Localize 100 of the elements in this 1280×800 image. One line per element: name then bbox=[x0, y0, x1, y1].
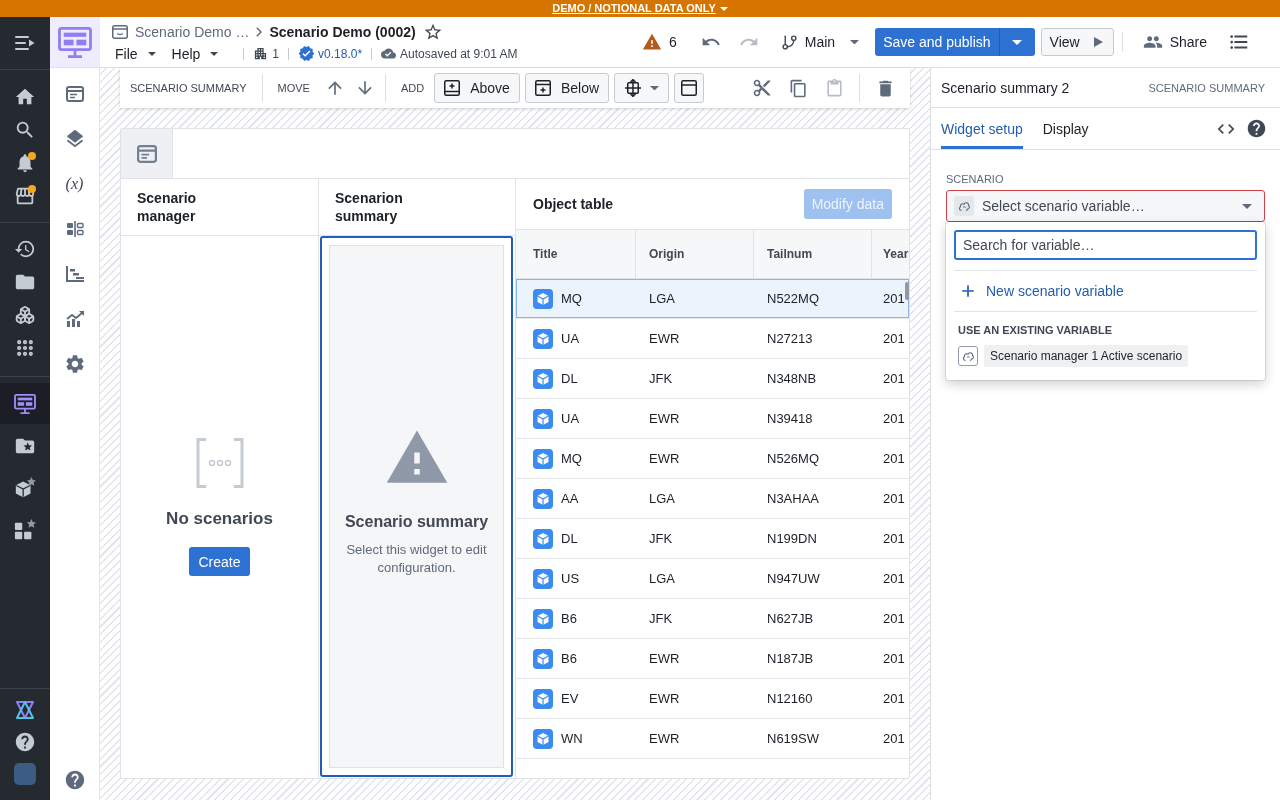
panel-button[interactable] bbox=[674, 73, 705, 103]
table-cell-text: EWR bbox=[648, 690, 681, 708]
table-cell-text: LGA bbox=[648, 490, 676, 508]
help-icon bbox=[14, 730, 36, 753]
widget-type-label: SCENARIO SUMMARY bbox=[1148, 81, 1265, 94]
boxes-icon bbox=[15, 305, 35, 325]
breadcrumb-link[interactable]: Scenario Demo … bbox=[135, 23, 250, 40]
object-title: WN bbox=[561, 731, 583, 746]
branch-button[interactable]: Main bbox=[774, 28, 866, 56]
object-title: UA bbox=[561, 411, 580, 426]
copy-icon bbox=[788, 78, 808, 98]
new-variable-option[interactable]: New scenario variable bbox=[954, 281, 1128, 301]
cube-star-icon bbox=[14, 476, 36, 499]
avatar-icon bbox=[14, 762, 36, 785]
column-header[interactable]: Title bbox=[516, 230, 636, 278]
version-link[interactable]: v0.18.0* bbox=[298, 45, 363, 62]
table-cell-text: 201 bbox=[882, 690, 906, 708]
column-header[interactable]: Tailnum bbox=[754, 230, 872, 278]
chevron-right-icon bbox=[256, 26, 263, 37]
chart-icon bbox=[65, 310, 84, 327]
cube-icon bbox=[533, 288, 553, 309]
object-title: B6 bbox=[561, 611, 577, 626]
table-cell-text: EWR bbox=[648, 450, 681, 468]
warning-icon bbox=[641, 32, 662, 52]
menu-button[interactable]: File bbox=[115, 45, 156, 62]
object-title: MQ bbox=[561, 451, 582, 466]
help-icon[interactable] bbox=[1246, 118, 1267, 139]
section-tab[interactable] bbox=[121, 129, 173, 178]
column-header[interactable]: Origin bbox=[636, 230, 754, 278]
play-icon bbox=[1093, 37, 1103, 47]
dashboard-icon bbox=[57, 26, 92, 58]
table-cell-text: N39418 bbox=[766, 410, 814, 428]
cube-icon bbox=[533, 688, 553, 709]
menu-section-title: USE AN EXISTING VARIABLE bbox=[957, 324, 1114, 336]
table-cell-text: LGA bbox=[648, 570, 676, 588]
placeholder-heading: Scenario summary bbox=[344, 512, 489, 531]
verified-icon bbox=[298, 45, 316, 62]
variables-button[interactable]: (x) bbox=[50, 161, 99, 206]
panel-tab[interactable]: Widget setup bbox=[941, 108, 1023, 149]
scrollbar-thumb[interactable] bbox=[905, 282, 909, 300]
empty-state-title: No scenarios bbox=[166, 509, 273, 529]
publish-options-button[interactable] bbox=[998, 28, 1035, 56]
object-title: UA bbox=[561, 331, 580, 346]
search-field[interactable]: Search for variable… bbox=[954, 230, 1257, 260]
table-cell-text: 201 bbox=[882, 370, 906, 388]
panel-tab[interactable]: Display bbox=[1042, 108, 1089, 149]
caret-icon bbox=[850, 39, 860, 45]
warnings-button[interactable]: 6 bbox=[635, 28, 683, 56]
placeholder-hint: Select this widget to edit configuration. bbox=[345, 540, 488, 577]
object-title: EV bbox=[561, 691, 579, 706]
move-label: MOVE bbox=[277, 82, 310, 94]
add-widget-button[interactable]: Below bbox=[524, 73, 610, 103]
align-icon bbox=[65, 220, 84, 237]
add-widget-button[interactable]: Above bbox=[434, 73, 520, 103]
table-cell-text: N187JB bbox=[766, 650, 815, 668]
table-cell-text: 201 bbox=[882, 410, 906, 428]
dashboard-button[interactable] bbox=[0, 383, 50, 424]
object-title: US bbox=[561, 571, 580, 586]
cloud-icon bbox=[954, 196, 974, 216]
variable-option[interactable]: Scenario manager 1 Active scenario bbox=[954, 344, 1193, 368]
table-cell-text: N199DN bbox=[766, 530, 818, 548]
table-cell-text: N526MQ bbox=[766, 450, 821, 468]
add-label: ADD bbox=[400, 82, 425, 94]
panel-title: Scenario summary 2 bbox=[941, 79, 1070, 96]
table-cell-text: JFK bbox=[648, 370, 674, 388]
project-count: 1 bbox=[272, 46, 280, 61]
layout-button[interactable] bbox=[614, 73, 670, 103]
cloud-icon bbox=[958, 346, 978, 366]
insert-below-icon bbox=[534, 80, 551, 96]
table-cell-text: 201 bbox=[882, 570, 906, 588]
publish-button[interactable]: Save and publish bbox=[875, 28, 999, 56]
share-button[interactable]: Share bbox=[1136, 28, 1213, 56]
dashboard-icon bbox=[14, 393, 36, 414]
grid-star-icon bbox=[14, 518, 36, 541]
logo-icon bbox=[15, 699, 35, 720]
caret-icon bbox=[1242, 203, 1252, 209]
document-title: Scenario Demo (0002) bbox=[269, 23, 416, 40]
table-cell-text: N947UW bbox=[766, 570, 821, 588]
menu-button[interactable]: Help bbox=[171, 45, 219, 62]
create-button[interactable]: Create bbox=[189, 547, 250, 576]
table-cell-text: LGA bbox=[648, 290, 676, 308]
object-title: AA bbox=[561, 491, 579, 506]
view-button[interactable]: View bbox=[1040, 28, 1114, 56]
scissors-icon bbox=[752, 78, 772, 98]
table-cell-text: N348NB bbox=[766, 370, 818, 388]
widget-title: Scenario manager bbox=[137, 189, 198, 225]
table-cell-text: 201 bbox=[882, 650, 906, 668]
scenario-select[interactable]: Select scenario variable… bbox=[946, 190, 1265, 222]
insert-above-icon bbox=[444, 80, 461, 96]
settings-icon bbox=[63, 352, 86, 375]
table-cell-text: EWR bbox=[648, 330, 681, 348]
object-title: DL bbox=[561, 371, 578, 386]
caret-icon bbox=[650, 85, 660, 91]
caret-icon bbox=[210, 51, 219, 56]
table-row[interactable]: MQ LGA N522MQ 201 bbox=[516, 279, 909, 319]
table-cell-text: N3AHAA bbox=[766, 490, 821, 508]
cube-icon bbox=[533, 488, 553, 509]
window-icon bbox=[136, 144, 157, 163]
cube-icon bbox=[533, 408, 553, 429]
widget-title: Object table bbox=[533, 196, 614, 212]
